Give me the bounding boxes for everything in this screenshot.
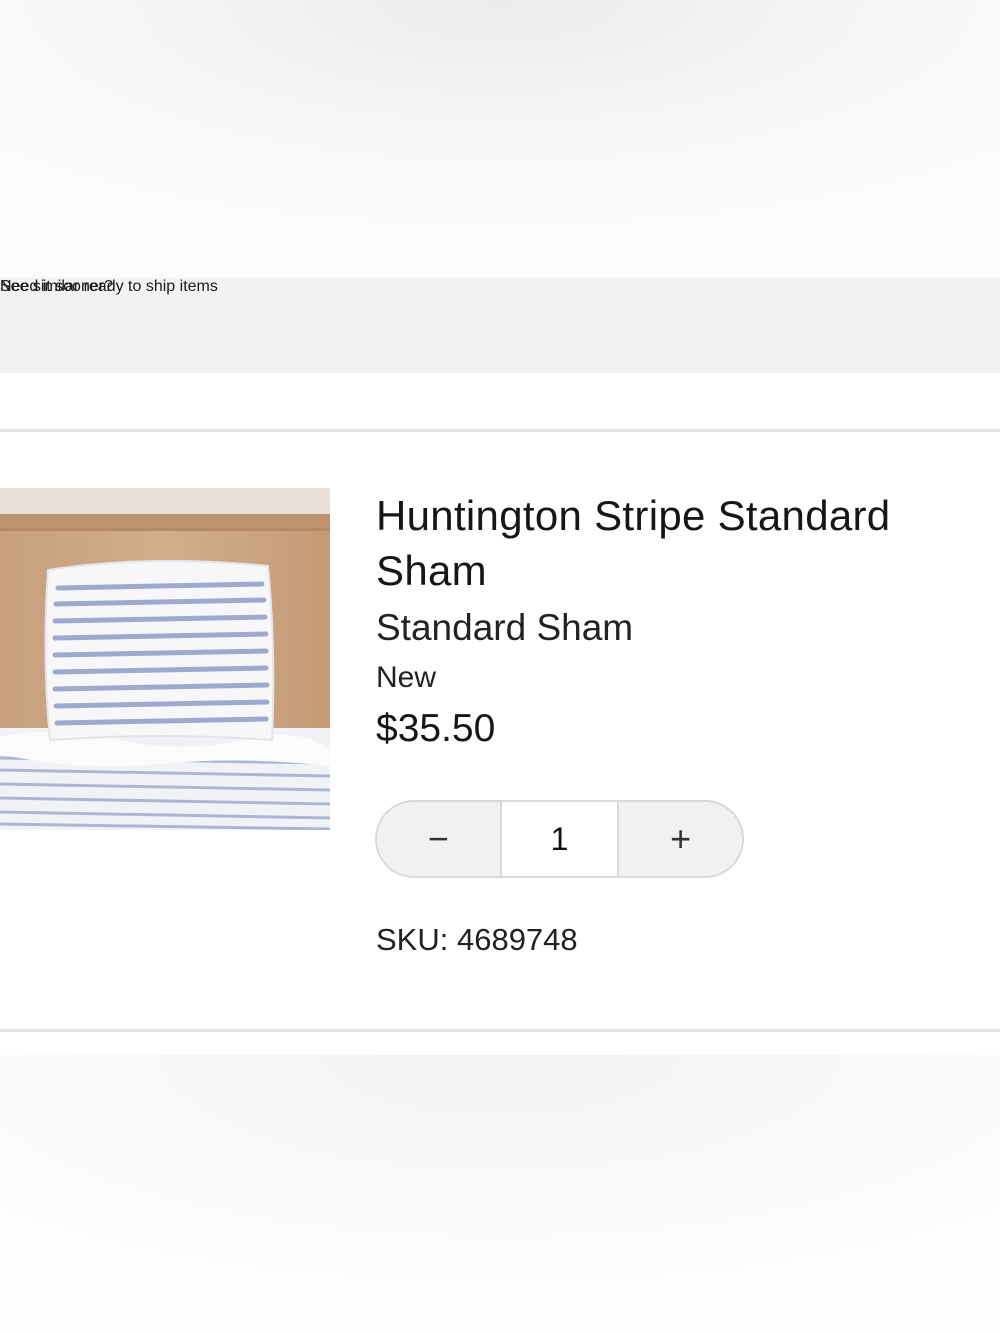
product-photo bbox=[0, 488, 330, 830]
top-shade bbox=[0, 0, 1000, 278]
divider-bottom bbox=[0, 1029, 1000, 1032]
divider-top bbox=[0, 429, 1000, 432]
plus-icon: + bbox=[670, 818, 692, 859]
product-image[interactable] bbox=[0, 488, 330, 830]
product-condition: New bbox=[376, 661, 437, 694]
quantity-stepper: − 1 + bbox=[375, 800, 744, 878]
quantity-value[interactable]: 1 bbox=[499, 802, 620, 876]
product-price: $35.50 bbox=[376, 707, 496, 750]
ready-to-ship-link[interactable]: See similar ready to ship items bbox=[0, 278, 218, 296]
minus-icon: − bbox=[427, 818, 449, 859]
product-sku: SKU: 4689748 bbox=[376, 922, 578, 957]
bottom-shade bbox=[0, 1055, 1000, 1333]
product-variant: Standard Sham bbox=[376, 607, 634, 648]
cart-page: Need it sooner? See similar ready to shi… bbox=[0, 0, 1000, 1333]
increment-button[interactable]: + bbox=[619, 802, 742, 876]
product-title[interactable]: Huntington Stripe Standard Sham bbox=[376, 488, 976, 598]
decrement-button[interactable]: − bbox=[377, 802, 500, 876]
